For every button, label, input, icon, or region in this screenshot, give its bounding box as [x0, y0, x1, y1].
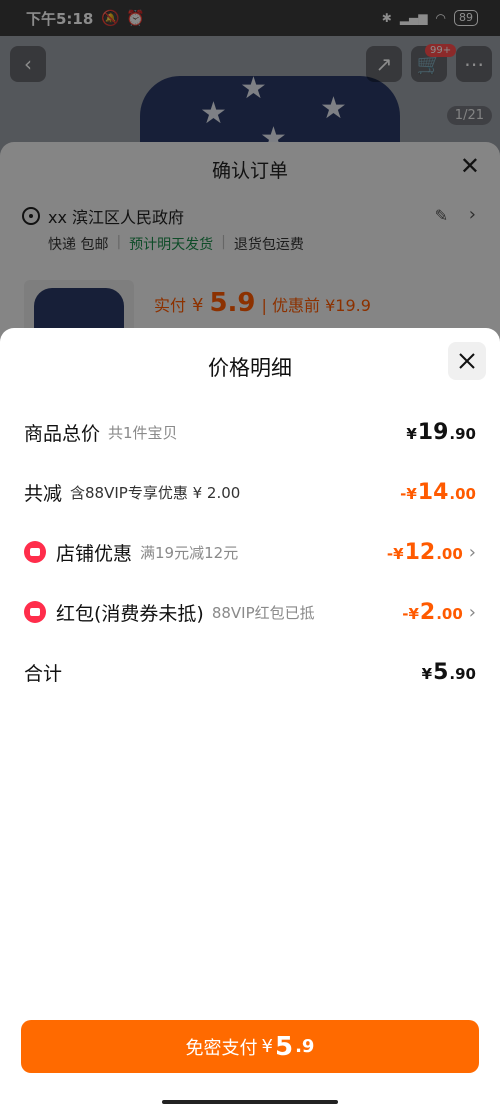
chevron-right-icon: › — [468, 541, 476, 563]
home-indicator[interactable] — [162, 1100, 338, 1104]
sheet-title: 价格明细 — [208, 356, 292, 380]
red-packet-icon — [24, 601, 46, 623]
chevron-right-icon: › — [468, 601, 476, 623]
close-button[interactable] — [448, 342, 486, 380]
coupon-icon — [24, 541, 46, 563]
row-shop-discount[interactable]: 店铺优惠 满19元减12元 -¥ 12 .00 › — [0, 532, 500, 572]
row-red-packet[interactable]: 红包(消费券未抵) 88VIP红包已抵 -¥ 2 .00 › — [0, 592, 500, 632]
row-total-discount: 共减 含88VIP专享优惠 ¥ 2.00 -¥ 14 .00 — [24, 479, 476, 505]
row-total-goods: 商品总价 共1件宝贝 ¥ 19 .90 — [24, 419, 476, 445]
password-free-pay-button[interactable]: 免密支付 ¥ 5 .9 — [21, 1020, 479, 1073]
price-detail-sheet: 价格明细 商品总价 共1件宝贝 ¥ 19 .90 共减 含88VIP专享优惠 ¥… — [0, 328, 500, 1111]
close-icon — [459, 353, 475, 369]
row-grand-total: 合计 ¥ 5 .90 — [24, 659, 476, 685]
